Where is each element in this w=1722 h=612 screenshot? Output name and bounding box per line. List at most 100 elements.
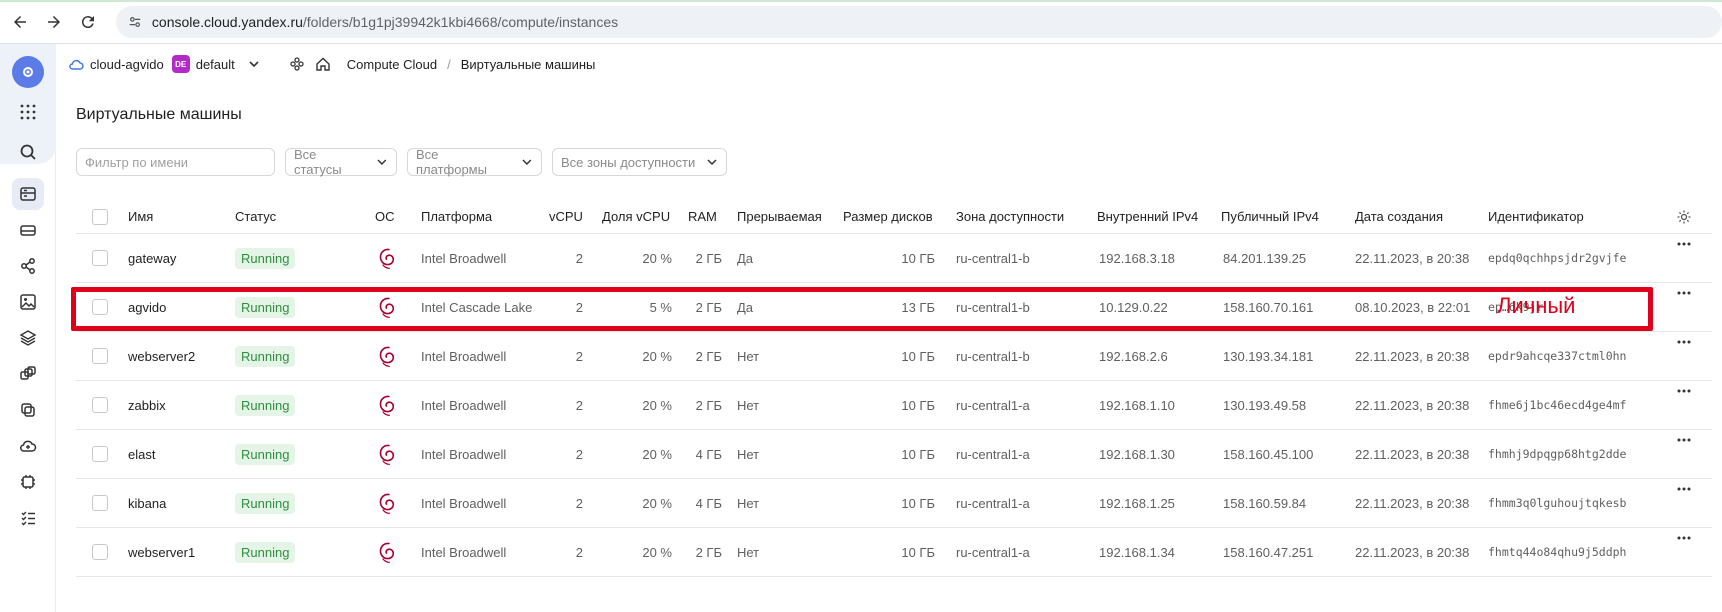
instance-groups-icon[interactable] [12, 358, 44, 390]
table-row[interactable]: zabbix Running Intel Broadwell 2 20 % 2 … [76, 381, 1712, 430]
instance-id-cell[interactable]: fhme6j1bc46ecd4ge4mf [1488, 381, 1626, 429]
platform-cell: Intel Broadwell [421, 544, 507, 560]
table-row[interactable]: gateway Running Intel Broadwell 2 20 % 2… [76, 234, 1712, 283]
operations-list-icon[interactable] [12, 502, 44, 534]
compute-instances-icon[interactable] [12, 178, 44, 210]
column-header-preemptible[interactable]: Прерываемая [737, 200, 822, 233]
row-checkbox[interactable] [92, 250, 108, 266]
column-header-internal-ipv4[interactable]: Внутренний IPv4 [1097, 200, 1198, 233]
breadcrumb-compute-cloud[interactable]: Compute Cloud [347, 57, 437, 72]
back-button[interactable] [6, 8, 34, 36]
select-all-checkbox[interactable] [92, 208, 108, 225]
row-actions-icon[interactable] [1674, 430, 1694, 450]
images-icon[interactable] [12, 286, 44, 318]
zone-filter-select[interactable]: Все зоны доступности [552, 148, 727, 176]
row-actions-icon[interactable] [1674, 479, 1694, 499]
column-header-ram[interactable]: RAM [688, 200, 717, 233]
instance-id-cell[interactable]: epdr9ahcqe337ctml0hn [1488, 332, 1626, 380]
instance-name[interactable]: zabbix [128, 381, 166, 429]
internal-ip-cell: 192.168.1.30 [1099, 446, 1175, 462]
column-header-vcpu[interactable]: vCPU [549, 200, 583, 233]
folder-name[interactable]: default [196, 57, 235, 72]
breadcrumb-separator: / [447, 56, 451, 72]
status-filter-select[interactable]: Все статусы [285, 147, 397, 177]
column-header-status[interactable]: Статус [235, 200, 276, 233]
column-header-platform[interactable]: Платформа [421, 200, 492, 233]
disk-size-cell: 10 ГБ [901, 495, 935, 511]
table-row[interactable]: webserver2 Running Intel Broadwell 2 20 … [76, 332, 1712, 381]
instance-name[interactable]: webserver2 [128, 332, 195, 380]
column-header-public-ipv4[interactable]: Публичный IPv4 [1221, 200, 1319, 233]
instance-name[interactable]: gateway [128, 234, 176, 282]
services-grid-icon[interactable] [12, 96, 44, 128]
instance-id-cell[interactable]: epdq0qchhpsjdr2gvjfe [1488, 234, 1626, 282]
platform-cell: Intel Cascade Lake [421, 299, 533, 315]
filters-bar: Все статусы Все платформы Все зоны досту… [76, 147, 727, 177]
column-header-created[interactable]: Дата создания [1355, 200, 1443, 233]
created-cell: 22.11.2023, в 20:38 [1355, 446, 1470, 462]
row-checkbox[interactable] [92, 544, 108, 560]
instance-name[interactable]: webserver1 [128, 528, 195, 576]
reload-button[interactable] [74, 8, 102, 36]
preemptible-cell: Нет [737, 446, 760, 462]
row-checkbox[interactable] [92, 397, 108, 413]
home-icon[interactable] [315, 56, 331, 72]
table-settings-icon[interactable] [1676, 200, 1692, 233]
row-actions-icon[interactable] [1674, 332, 1694, 352]
platform-filter-select[interactable]: Все платформы [407, 147, 542, 177]
column-header-id[interactable]: Идентификатор [1488, 200, 1584, 233]
chevron-down-icon[interactable] [247, 57, 261, 71]
cloud-selector[interactable]: cloud-agvido [68, 56, 164, 72]
column-header-name[interactable]: Имя [128, 200, 153, 233]
preemptible-cell: Нет [737, 495, 760, 511]
public-ip-cell: 130.193.49.58 [1223, 397, 1307, 413]
row-actions-icon[interactable] [1674, 381, 1694, 401]
status-badge: Running [235, 443, 296, 465]
row-actions-icon[interactable] [1674, 528, 1694, 548]
column-header-os[interactable]: ОС [375, 200, 395, 233]
created-cell: 22.11.2023, в 20:38 [1355, 348, 1470, 364]
row-actions-icon[interactable] [1674, 234, 1694, 254]
internal-ip-cell: 192.168.3.18 [1099, 250, 1175, 266]
ram-cell: 2 ГБ [695, 299, 722, 315]
disks-icon[interactable] [12, 214, 44, 246]
gpu-clusters-icon[interactable] [12, 466, 44, 498]
status-badge: Running [235, 247, 296, 269]
table-row[interactable]: kibana Running Intel Broadwell 2 20 % 4 … [76, 479, 1712, 528]
row-checkbox[interactable] [92, 446, 108, 462]
yandex-cloud-logo-icon[interactable] [12, 56, 44, 88]
annotation-label: Личный [1497, 293, 1576, 318]
arrow-left-icon [13, 15, 26, 28]
placement-groups-icon[interactable] [12, 250, 44, 282]
column-header-vcpu-share[interactable]: Доля vCPU [602, 200, 670, 233]
table-row[interactable]: agvido Running Intel Cascade Lake 2 5 % … [76, 283, 1712, 332]
instance-name[interactable]: elast [128, 430, 155, 478]
address-bar[interactable]: console.cloud.yandex.ru/folders/b1g1pj39… [115, 5, 1722, 38]
row-checkbox[interactable] [92, 495, 108, 511]
table-row[interactable]: elast Running Intel Broadwell 2 20 % 4 Г… [76, 430, 1712, 479]
table-row[interactable]: webserver1 Running Intel Broadwell 2 20 … [76, 528, 1712, 577]
public-ip-cell: 158.160.47.251 [1223, 544, 1314, 560]
file-storages-icon[interactable] [12, 394, 44, 426]
search-icon[interactable] [12, 136, 44, 168]
public-ip-cell: 130.193.34.181 [1223, 348, 1314, 364]
debian-os-icon [376, 332, 398, 380]
zone-cell: ru-central1-a [956, 446, 1030, 462]
name-filter-input[interactable] [76, 148, 275, 176]
column-header-disk-size[interactable]: Размер дисков [843, 200, 933, 233]
instance-id-cell[interactable]: fhmtq44o84qhu9j5ddph [1488, 528, 1626, 576]
instance-name[interactable]: kibana [128, 479, 166, 527]
cloud-backup-icon[interactable] [12, 430, 44, 462]
row-actions-icon[interactable] [1674, 283, 1694, 303]
row-checkbox[interactable] [92, 348, 108, 364]
instance-id-cell[interactable]: fhmhj9dpqgp68htg2dde [1488, 430, 1626, 478]
compute-cloud-service-icon[interactable] [289, 56, 305, 72]
row-checkbox[interactable] [92, 299, 108, 315]
public-ip-cell: 158.160.59.84 [1223, 495, 1307, 511]
snapshots-icon[interactable] [12, 322, 44, 354]
column-header-zone[interactable]: Зона доступности [956, 200, 1064, 233]
instance-id-cell[interactable]: fhmm3q0lguhoujtqkesb [1488, 479, 1626, 527]
site-info-icon[interactable] [128, 15, 142, 29]
instance-name[interactable]: agvido [128, 283, 166, 331]
forward-button[interactable] [40, 8, 68, 36]
